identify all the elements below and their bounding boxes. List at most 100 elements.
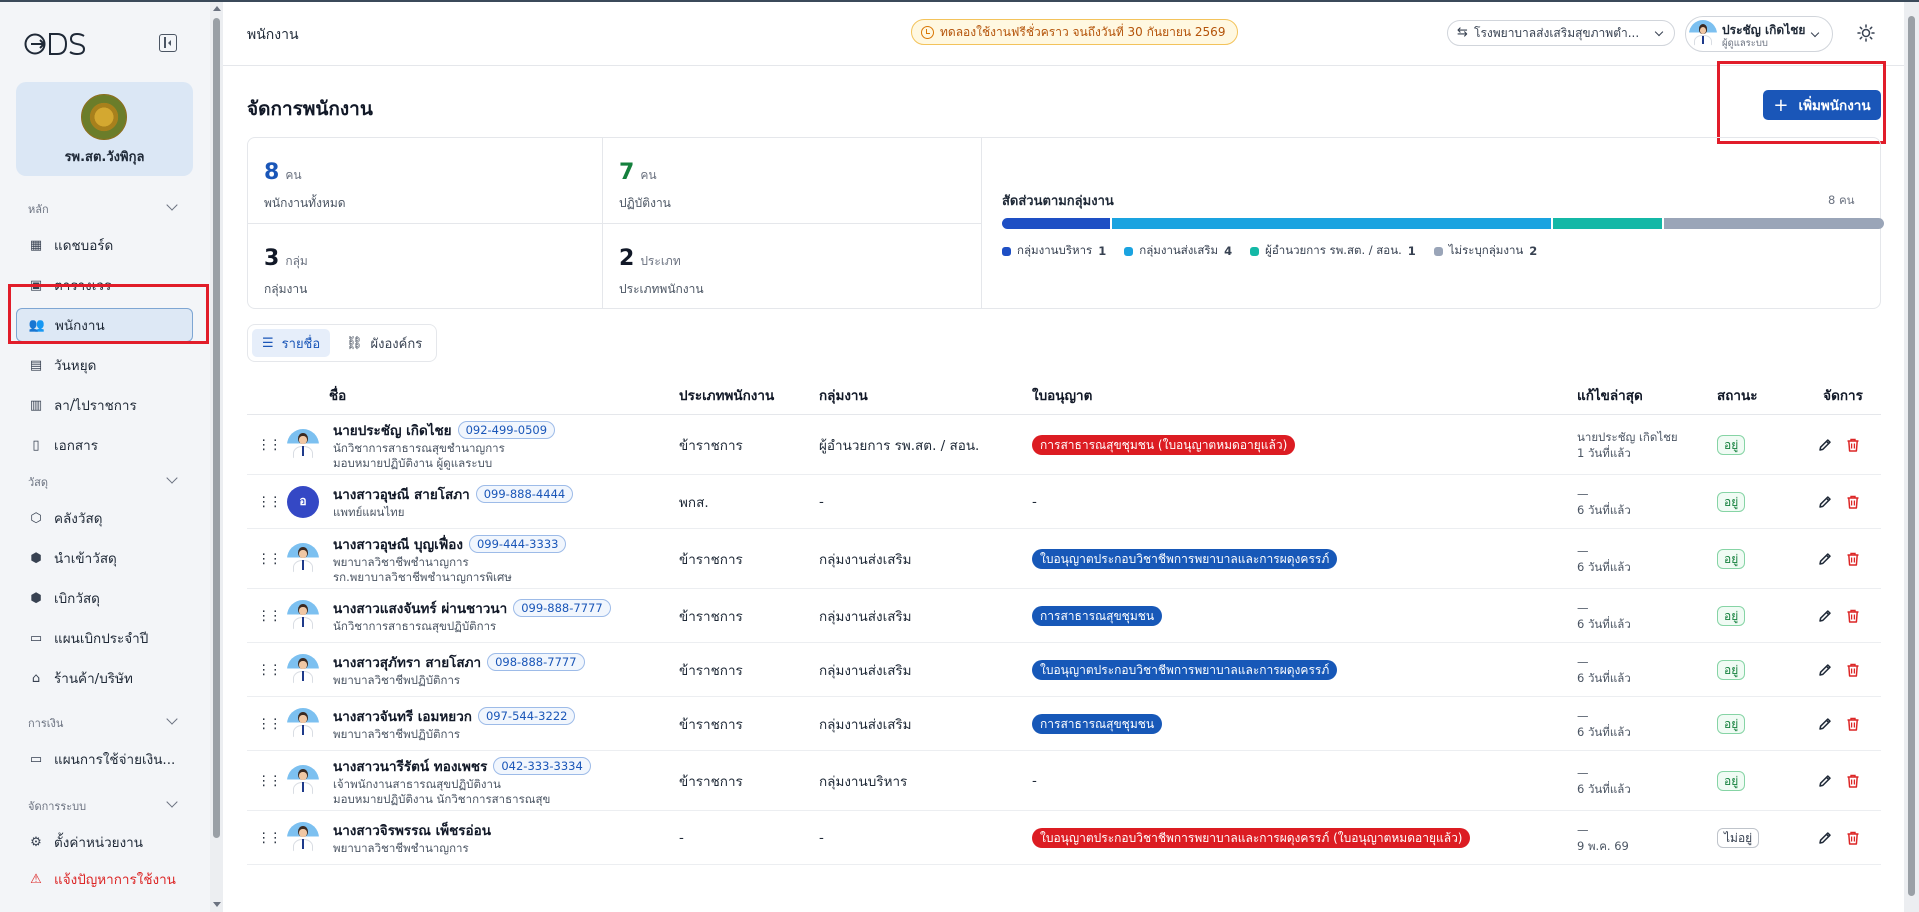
employee-name[interactable]: นายประชัญ เกิดไชย: [333, 423, 452, 439]
edit-pencil-icon[interactable]: [1817, 662, 1833, 678]
edit-pencil-icon[interactable]: [1817, 608, 1833, 624]
tab-list[interactable]: ☰ รายชื่อ: [252, 329, 331, 357]
page-scrollbar[interactable]: [1904, 2, 1919, 912]
sidebar-item[interactable]: ▭ แผนเบิกประจำปี: [16, 621, 193, 655]
employee-name[interactable]: นางสาวจันทรี เอมหยวก: [333, 709, 472, 725]
calendar-off-icon: ▤: [29, 357, 43, 373]
chevron-down-icon[interactable]: [166, 796, 178, 808]
legend-item: กลุ่มงานบริหาร 1: [1002, 242, 1106, 260]
phone-badge[interactable]: 098-888-7777: [487, 653, 585, 671]
cell-type: พกส.: [679, 474, 819, 529]
employee-name[interactable]: นางสาวจิรพรรณ เพ็ชรอ่อน: [333, 823, 491, 839]
user-menu[interactable]: ประชัญ เกิดไชย ผู้ดูแลระบบ: [1685, 16, 1833, 52]
cell-updated: —6 วันที่แล้ว: [1577, 696, 1717, 751]
edit-pencil-icon[interactable]: [1817, 830, 1833, 846]
delete-trash-icon[interactable]: [1845, 830, 1861, 846]
drag-handle-icon[interactable]: ⋮⋮: [247, 528, 287, 589]
scroll-down-icon[interactable]: [213, 902, 221, 907]
sidebar-item[interactable]: ▦ แดชบอร์ด: [16, 228, 193, 262]
sidebar-scroll-thumb[interactable]: [213, 18, 220, 838]
facility-switcher[interactable]: ⇆ โรงพยาบาลส่งเสริมสุขภาพตำ...: [1447, 20, 1675, 46]
employee-name[interactable]: นางสาวสุภัทรา สายโสภา: [333, 655, 481, 671]
drag-handle-icon[interactable]: ⋮⋮: [247, 588, 287, 643]
chevron-down-icon[interactable]: [166, 472, 178, 484]
employee-name[interactable]: นางสาวนารีรัตน์ ทองเพชร: [333, 759, 487, 775]
cell-updated: —6 วันที่แล้ว: [1577, 642, 1717, 697]
table-row[interactable]: ⋮⋮ นางสาวนารีรัตน์ ทองเพชร 042-333-3334 เจ้…: [247, 750, 1881, 811]
sidebar-collapse-icon[interactable]: [159, 34, 177, 52]
table-row[interactable]: ⋮⋮ นายประชัญ เกิดไชย 092-499-0509 นักวิชากา…: [247, 414, 1881, 475]
drag-handle-icon[interactable]: ⋮⋮: [247, 414, 287, 475]
edit-pencil-icon[interactable]: [1817, 494, 1833, 510]
delete-trash-icon[interactable]: [1845, 608, 1861, 624]
sidebar-item[interactable]: ⬢ เบิกวัสดุ: [16, 581, 193, 615]
delete-trash-icon[interactable]: [1845, 494, 1861, 510]
cell-license: การสาธารณสุขชุมชน: [1032, 696, 1577, 751]
table-row[interactable]: ⋮⋮ นางสาวจันทรี เอมหยวก 097-544-3222 พยาบาล…: [247, 696, 1881, 751]
legend-swatch: [1250, 246, 1260, 256]
drag-handle-icon[interactable]: ⋮⋮: [247, 810, 287, 865]
page-scroll-thumb[interactable]: [1908, 16, 1915, 896]
theme-toggle-sun-icon[interactable]: [1857, 24, 1875, 42]
cell-type: ข้าราชการ: [679, 696, 819, 751]
drag-handle-icon[interactable]: ⋮⋮: [247, 474, 287, 529]
delete-trash-icon[interactable]: [1845, 551, 1861, 567]
table-row[interactable]: ⋮⋮ นางสาวอุษณี บุญเฟื่อง 099-444-3333 พยาบา…: [247, 528, 1881, 589]
sidebar-item[interactable]: ▭ แผนการใช้จ่ายเงิน...: [16, 742, 193, 776]
phone-badge[interactable]: 097-544-3222: [477, 707, 576, 725]
distribution-bar: [1002, 218, 1884, 229]
phone-badge[interactable]: 092-499-0509: [457, 420, 556, 439]
sidebar-item-label: ลา/ไปราชการ: [54, 398, 137, 414]
phone-badge[interactable]: 042-333-3334: [493, 756, 591, 775]
cell-group: -: [819, 474, 1032, 529]
table-row[interactable]: ⋮⋮ อ นางสาวอุษณี สายโสภา 099-888-4444 แพทย์แ…: [247, 474, 1881, 529]
col-actions: จัดการ: [1805, 378, 1881, 415]
table-row[interactable]: ⋮⋮ นางสาวแสงจันทร์ ผ่านชาวนา 099-888-7777 น…: [247, 588, 1881, 643]
sidebar-item[interactable]: ▤ วันหยุด: [16, 348, 193, 382]
drag-handle-icon[interactable]: ⋮⋮: [247, 642, 287, 697]
updated-by: —: [1577, 486, 1589, 501]
row-actions: [1805, 716, 1881, 732]
updated-by: —: [1577, 654, 1589, 669]
org-card[interactable]: รพ.สต.วังพิกุล: [16, 82, 193, 176]
drag-handle-icon[interactable]: ⋮⋮: [247, 750, 287, 811]
phone-badge[interactable]: 099-888-4444: [475, 485, 574, 503]
license-text: -: [1032, 493, 1037, 510]
table-row[interactable]: ⋮⋮ นางสาวสุภัทรา สายโสภา 098-888-7777 พยาบา…: [247, 642, 1881, 697]
chevron-down-icon[interactable]: [166, 713, 178, 725]
scroll-up-icon[interactable]: [213, 6, 221, 11]
sidebar-item[interactable]: ⬡ คลังวัสดุ: [16, 501, 193, 535]
table-row[interactable]: ⋮⋮ นางสาวจิรพรรณ เพ็ชรอ่อน พยาบาลวิชาชีพชำ…: [247, 810, 1881, 865]
chevron-down-icon[interactable]: [166, 199, 178, 211]
phone-badge[interactable]: 099-444-3333: [468, 534, 567, 553]
edit-pencil-icon[interactable]: [1817, 773, 1833, 789]
sidebar-item[interactable]: ⚠ แจ้งปัญหาการใช้งาน: [16, 862, 193, 896]
employee-name[interactable]: นางสาวอุษณี บุญเฟื่อง: [333, 537, 463, 553]
edit-pencil-icon[interactable]: [1817, 716, 1833, 732]
license-badge: ใบอนุญาตประกอบวิชาชีพการพยาบาลและการผดุง…: [1032, 659, 1338, 680]
edit-pencil-icon[interactable]: [1817, 551, 1833, 567]
drag-handle-icon[interactable]: ⋮⋮: [247, 696, 287, 751]
sidebar-item[interactable]: ▥ ลา/ไปราชการ: [16, 388, 193, 422]
sidebar-item-label: แผนการใช้จ่ายเงิน...: [54, 752, 176, 768]
employee-name-line: นางสาวแสงจันทร์ ผ่านชาวนา 099-888-7777: [333, 597, 611, 619]
sidebar-section-label: จัดการระบบ: [28, 800, 87, 813]
sidebar-item[interactable]: ⌂ ร้านค้า/บริษัท: [16, 661, 193, 695]
sidebar-scrollbar[interactable]: [210, 2, 223, 912]
delete-trash-icon[interactable]: [1845, 437, 1861, 453]
delete-trash-icon[interactable]: [1845, 773, 1861, 789]
phone-badge[interactable]: 099-888-7777: [513, 599, 611, 617]
sidebar-item[interactable]: ⬢ นำเข้าวัสดุ: [16, 541, 193, 575]
sidebar-item-label: เบิกวัสดุ: [54, 591, 100, 607]
delete-trash-icon[interactable]: [1845, 716, 1861, 732]
tab-org-chart[interactable]: ⛓ ผังองค์กร: [336, 329, 432, 357]
sidebar-item[interactable]: ▯ เอกสาร: [16, 428, 193, 462]
employee-name[interactable]: นางสาวแสงจันทร์ ผ่านชาวนา: [333, 601, 507, 617]
cell-name: นางสาวอุษณี บุญเฟื่อง 099-444-3333 พยาบาลว…: [287, 528, 679, 589]
sidebar-item[interactable]: ⚙ ตั้งค่าหน่วยงาน: [16, 825, 193, 859]
cell-name: นางสาวจันทรี เอมหยวก 097-544-3222 พยาบาลวิ…: [287, 696, 679, 751]
employee-name[interactable]: นางสาวอุษณี สายโสภา: [333, 487, 470, 503]
employee-table: ชื่อ ประเภทพนักงาน กลุ่มงาน ใบอนุญาต แก้…: [247, 378, 1881, 865]
delete-trash-icon[interactable]: [1845, 662, 1861, 678]
edit-pencil-icon[interactable]: [1817, 437, 1833, 453]
